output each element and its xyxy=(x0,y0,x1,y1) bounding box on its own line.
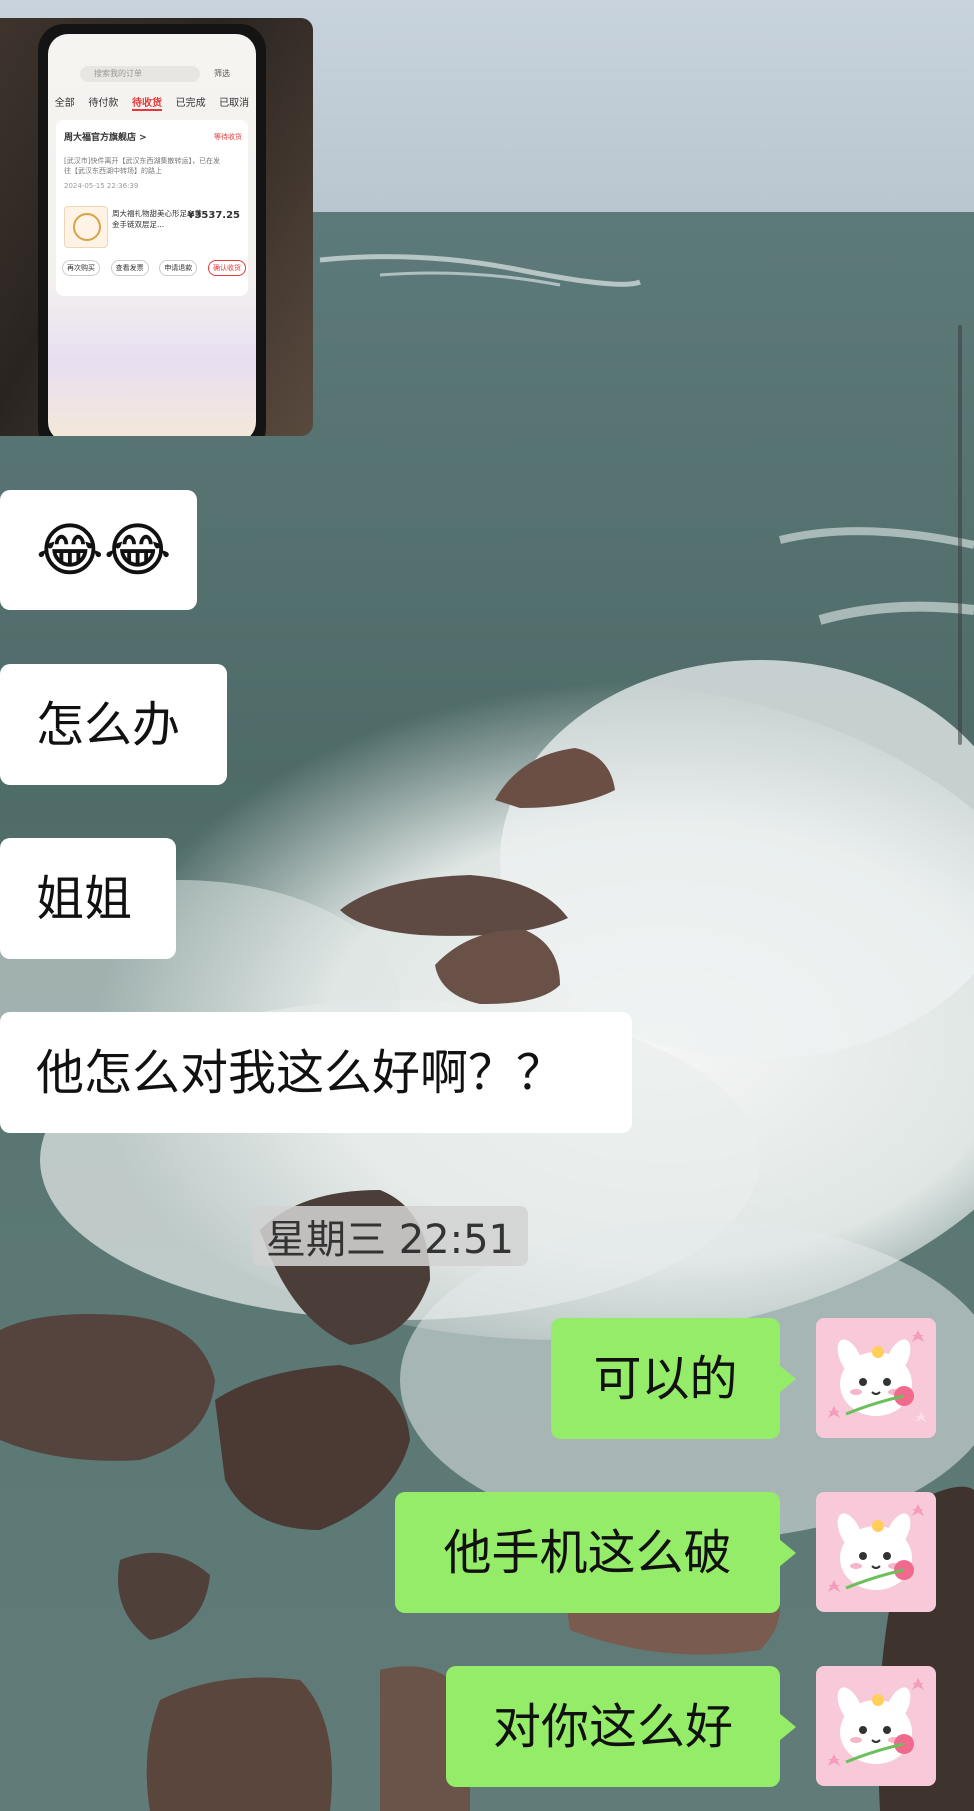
message-text: 怎么办 xyxy=(36,696,181,753)
order-tab-active: 待收货 xyxy=(131,94,162,111)
message-text: 姐姐 xyxy=(36,870,133,927)
phone-screen: 搜索我的订单 筛选 全部 待付款 待收货 已完成 已取消 周大福官方旗舰店 > … xyxy=(48,34,256,436)
order-action-buttons: 再次购买 查看发票 申请退款 确认收货 xyxy=(62,260,246,276)
message-text: 对你这么好 xyxy=(492,1698,733,1755)
order-tab: 全部 xyxy=(54,98,75,109)
order-tabs: 全部 待付款 待收货 已完成 已取消 xyxy=(48,94,256,111)
order-action: 再次购买 xyxy=(62,260,100,276)
my-avatar[interactable] xyxy=(816,1666,936,1786)
order-tab: 已取消 xyxy=(219,98,250,109)
outgoing-message[interactable]: 可以的 xyxy=(551,1318,780,1439)
bunny-avatar-icon xyxy=(816,1666,936,1786)
message-text: 可以的 xyxy=(593,1350,738,1407)
outgoing-message[interactable]: 对你这么好 xyxy=(446,1666,780,1787)
bunny-avatar-icon xyxy=(816,1492,936,1612)
product-thumbnail xyxy=(64,206,108,248)
incoming-message[interactable]: 他怎么对我这么好啊？？ xyxy=(0,1012,632,1133)
order-tab: 待付款 xyxy=(88,98,119,109)
order-status: 等待收货 xyxy=(214,133,242,141)
incoming-message[interactable]: 姐姐 xyxy=(0,838,176,959)
outgoing-message[interactable]: 他手机这么破 xyxy=(395,1492,780,1613)
order-card: 周大福官方旗舰店 > 等待收货 [武汉市]快件离开【武汉东西湖集散转运】，已在发… xyxy=(56,120,248,296)
my-avatar[interactable] xyxy=(816,1492,936,1612)
message-text: 他手机这么破 xyxy=(443,1524,732,1581)
message-timestamp: 星期三 22:51 xyxy=(252,1206,528,1266)
bunny-avatar-icon xyxy=(816,1318,936,1438)
my-avatar[interactable] xyxy=(816,1318,936,1438)
phone-in-photo: 搜索我的订单 筛选 全部 待付款 待收货 已完成 已取消 周大福官方旗舰店 > … xyxy=(38,24,266,436)
scrollbar[interactable] xyxy=(958,325,962,745)
tracking-time: 2024-05-15 22:36:39 xyxy=(64,182,139,190)
laughing-crying-emoji: 😂😂 xyxy=(36,516,172,584)
order-action: 确认收货 xyxy=(207,260,246,276)
message-text: 他怎么对我这么好啊？？ xyxy=(36,1044,565,1101)
store-name: 周大福官方旗舰店 > xyxy=(64,133,147,143)
incoming-message[interactable]: 怎么办 xyxy=(0,664,227,785)
tracking-text: [武汉市]快件离开【武汉东西湖集散转运】，已在发往【武汉东西湖中转场】的路上 xyxy=(64,157,220,175)
order-search-input: 搜索我的订单 xyxy=(80,66,200,82)
order-tab: 已完成 xyxy=(175,98,206,109)
order-action: 申请退款 xyxy=(159,260,198,276)
filter-label: 筛选 xyxy=(214,69,230,78)
product-price: ¥3537.25 xyxy=(187,210,240,221)
incoming-message[interactable]: 😂😂 xyxy=(0,490,197,610)
image-message-order-photo[interactable]: 搜索我的订单 筛选 全部 待付款 待收货 已完成 已取消 周大福官方旗舰店 > … xyxy=(0,18,313,436)
order-action: 查看发票 xyxy=(110,260,149,276)
